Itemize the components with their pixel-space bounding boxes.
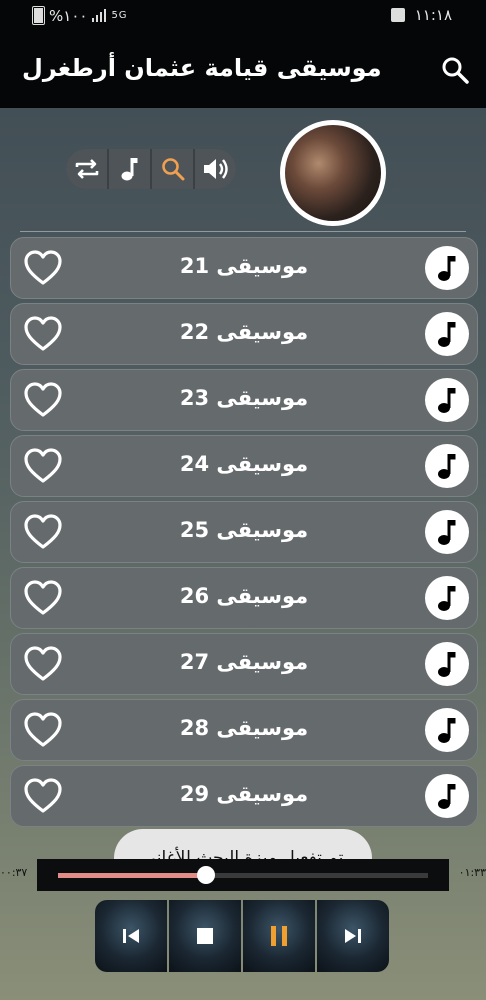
track-play-button[interactable] — [425, 444, 469, 488]
previous-button[interactable] — [95, 900, 167, 972]
network-type: 5G — [111, 10, 128, 21]
battery-percent: %١٠٠ — [49, 6, 88, 25]
volume-icon — [203, 159, 228, 179]
repeat-button[interactable] — [66, 149, 107, 189]
track-title: موسيقى 29 — [179, 782, 309, 806]
status-left: %١٠٠ 5G — [32, 6, 128, 25]
notification-icon — [390, 8, 405, 22]
app-bar: موسيقى قيامة عثمان أرطغرل — [0, 32, 486, 108]
track-play-button[interactable] — [425, 312, 469, 356]
track-row[interactable]: موسيقى 27 — [10, 633, 478, 695]
next-button[interactable] — [317, 900, 389, 972]
track-play-button[interactable] — [425, 510, 469, 554]
track-play-button[interactable] — [425, 378, 469, 422]
track-play-button[interactable] — [425, 642, 469, 686]
track-title: موسيقى 24 — [179, 452, 309, 476]
track-title: موسيقى 27 — [179, 650, 309, 674]
pause-icon — [271, 926, 287, 946]
track-play-button[interactable] — [425, 246, 469, 290]
track-title: موسيقى 28 — [179, 716, 309, 740]
music-note-icon — [438, 388, 456, 413]
track-play-button[interactable] — [425, 708, 469, 752]
music-note-icon — [438, 520, 456, 545]
status-bar: %١٠٠ 5G ١١:١٨ — [0, 0, 486, 32]
music-note-icon — [438, 322, 456, 347]
duration-time: ٠٠:٣٧ — [0, 866, 28, 879]
music-note-icon — [121, 158, 137, 181]
status-right: ١١:١٨ — [390, 6, 452, 24]
track-row[interactable]: موسيقى 22 — [10, 303, 478, 365]
status-time: ١١:١٨ — [414, 6, 452, 24]
track-title: موسيقى 25 — [179, 518, 309, 542]
music-note-icon — [438, 784, 456, 809]
search-icon — [161, 158, 184, 181]
music-note-icon — [438, 652, 456, 677]
repeat-icon — [75, 159, 98, 179]
volume-button[interactable] — [193, 149, 236, 189]
stop-icon — [197, 928, 213, 944]
player-controls — [95, 900, 389, 972]
track-row[interactable]: موسيقى 23 — [10, 369, 478, 431]
search-icon[interactable] — [441, 56, 469, 84]
music-note-icon — [438, 454, 456, 479]
track-title: موسيقى 23 — [179, 386, 309, 410]
track-title: موسيقى 21 — [179, 254, 309, 278]
seek-thumb[interactable] — [197, 866, 215, 884]
battery-icon — [32, 6, 45, 25]
track-title: موسيقى 26 — [179, 584, 309, 608]
control-pill — [66, 149, 236, 189]
divider — [20, 231, 466, 232]
signal-icon — [92, 8, 107, 22]
track-row[interactable]: موسيقى 28 — [10, 699, 478, 761]
elapsed-time: ٠١:٣٣ — [458, 866, 486, 879]
next-icon — [345, 929, 361, 943]
album-art — [280, 120, 386, 226]
track-row[interactable]: موسيقى 26 — [10, 567, 478, 629]
page-title: موسيقى قيامة عثمان أرطغرل — [22, 54, 382, 82]
track-row[interactable]: موسيقى 21 — [10, 237, 478, 299]
seek-progress — [58, 873, 206, 878]
music-note-icon — [438, 718, 456, 743]
album-image — [285, 125, 381, 221]
music-note-button[interactable] — [107, 149, 150, 189]
search-toggle-button[interactable] — [150, 149, 193, 189]
stop-button[interactable] — [169, 900, 241, 972]
track-row[interactable]: موسيقى 25 — [10, 501, 478, 563]
pause-button[interactable] — [243, 900, 315, 972]
track-play-button[interactable] — [425, 774, 469, 818]
track-row[interactable]: موسيقى 24 — [10, 435, 478, 497]
track-play-button[interactable] — [425, 576, 469, 620]
music-note-icon — [438, 256, 456, 281]
track-title: موسيقى 22 — [179, 320, 309, 344]
music-note-icon — [438, 586, 456, 611]
previous-icon — [123, 929, 139, 943]
track-row[interactable]: موسيقى 29 — [10, 765, 478, 827]
seek-bar[interactable] — [37, 859, 449, 891]
